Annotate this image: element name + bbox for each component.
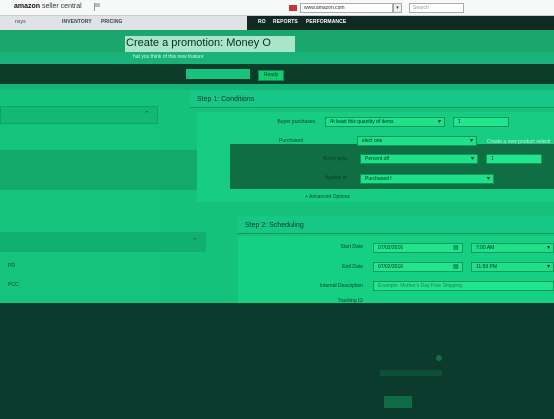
nav-item-reports[interactable]: REPORTS xyxy=(273,19,298,25)
nav-item-pricing[interactable]: PRICING xyxy=(101,19,123,25)
buyer-gets-value[interactable]: 1 xyxy=(486,154,542,164)
chevron-up-icon[interactable]: ⌃ xyxy=(192,237,198,245)
left-row-2[interactable]: PCC xyxy=(8,282,19,288)
buyer-purchases-select[interactable]: At least this quantity of items xyxy=(325,117,445,127)
chevron-down-icon[interactable]: ▾ xyxy=(393,3,402,13)
country-flag-icon xyxy=(289,5,297,11)
calendar-icon[interactable]: ▤ xyxy=(453,244,459,251)
chevron-up-icon[interactable]: ⌃ xyxy=(144,110,150,118)
step2-heading: Step 2: Scheduling xyxy=(245,222,304,229)
create-product-selection-link[interactable]: Create a new product selecti xyxy=(487,139,550,145)
nav-item-advertising[interactable]: RO xyxy=(258,19,266,25)
lower-overlay xyxy=(0,303,554,419)
advanced-options-link[interactable]: + Advanced Options xyxy=(305,194,350,200)
nav-item-catalog[interactable]: nsys xyxy=(15,19,26,25)
footer-link[interactable] xyxy=(380,370,442,376)
top-header xyxy=(0,0,554,16)
internal-description-input[interactable]: Example: Mother's Day Free Shipping xyxy=(373,281,554,291)
buyer-purchases-qty[interactable]: 1 xyxy=(453,117,509,127)
internal-description-label: Internal Description xyxy=(319,283,363,289)
start-date-label: Start Date xyxy=(340,244,363,250)
footer-button[interactable] xyxy=(384,396,412,408)
applies-to-select[interactable]: Purchased I xyxy=(360,174,494,184)
flag-icon[interactable] xyxy=(94,3,101,11)
purchased-label: Purchased xyxy=(279,138,303,144)
calendar-icon[interactable]: ▤ xyxy=(453,263,459,270)
left-panel xyxy=(0,104,160,303)
left-dark-block xyxy=(0,150,230,190)
left-section-header[interactable] xyxy=(0,106,158,124)
buyer-gets-select[interactable]: Percent off xyxy=(360,154,478,164)
amazon-seller-central-logo[interactable]: amazon seller central xyxy=(14,3,82,10)
end-time-select[interactable]: 11:59 PM xyxy=(471,262,554,272)
buyer-gets-label: Buyer gets xyxy=(323,156,347,162)
end-date-input[interactable]: 07/02/2016 xyxy=(373,262,463,272)
search-input[interactable]: Search xyxy=(409,3,464,13)
applies-to-label: Applies to xyxy=(325,175,347,181)
manage-label: Manage xyxy=(161,71,180,77)
end-date-label: End Date xyxy=(342,264,363,270)
nav-item-performance[interactable]: PERFORMANCE xyxy=(306,19,346,25)
start-date-input[interactable]: 07/02/2016 xyxy=(373,243,463,253)
buyer-purchases-label: Buyer purchases xyxy=(277,119,315,125)
feedback-band xyxy=(0,52,554,64)
start-time-select[interactable]: 7:00 AM xyxy=(471,243,554,253)
nav-item-inventory[interactable]: INVENTORY xyxy=(62,19,92,25)
left-row-1[interactable]: PD xyxy=(8,263,15,269)
status-dot xyxy=(436,355,442,361)
marketplace-select[interactable]: www.amazon.com xyxy=(300,3,393,13)
feedback-link[interactable]: hat you think of this new feature xyxy=(133,54,204,60)
ready-button[interactable]: Ready xyxy=(258,70,284,81)
product-selection-select[interactable]: elect one xyxy=(357,136,477,146)
manage-field[interactable] xyxy=(186,69,250,79)
left-section-header-2[interactable] xyxy=(0,232,206,252)
page-title: Create a promotion: Money O xyxy=(126,37,271,49)
step1-heading: Step 1: Conditions xyxy=(197,96,255,103)
